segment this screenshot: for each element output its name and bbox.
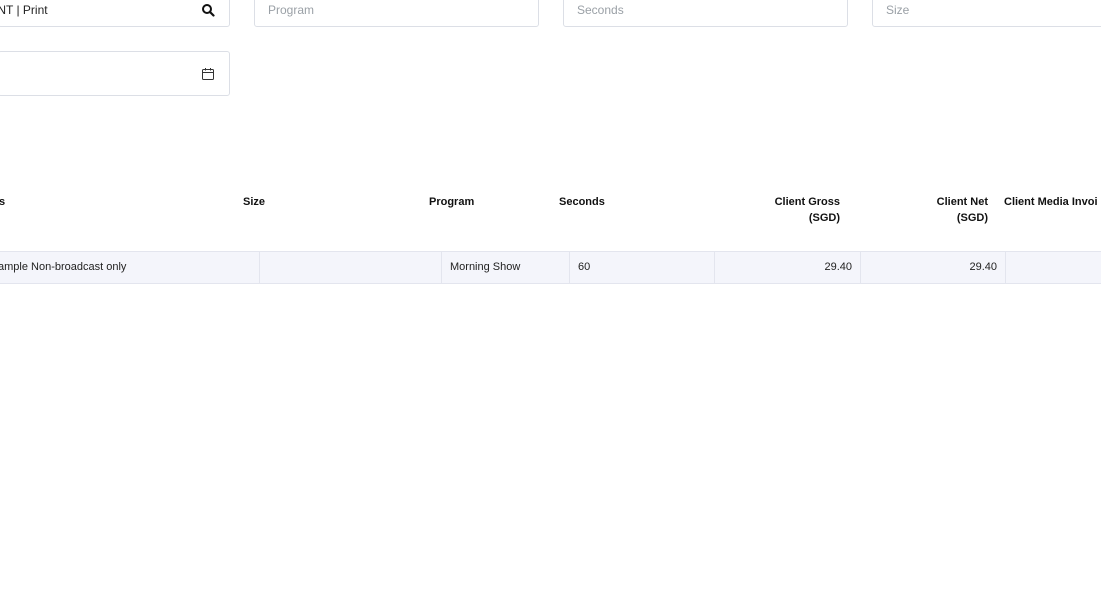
header-client-net-line2: (SGD) <box>956 212 988 224</box>
header-client-media-invoice: Client Media Invoi <box>1004 196 1098 208</box>
header-client-net: Client Net (SGD) <box>888 194 988 226</box>
date-picker-field[interactable] <box>0 51 230 96</box>
media-search-field[interactable]: INT | Print <box>0 0 230 27</box>
header-client-gross: Client Gross (SGD) <box>740 194 840 226</box>
header-client-gross-line2: (SGD) <box>808 212 840 224</box>
column-divider <box>259 252 260 283</box>
header-size: Size <box>243 196 266 208</box>
cell-seconds: 60 <box>578 261 591 273</box>
search-icon[interactable] <box>201 3 215 17</box>
size-placeholder: Size <box>886 2 910 17</box>
size-input[interactable]: Size <box>872 0 1101 27</box>
seconds-input[interactable]: Seconds <box>563 0 848 27</box>
seconds-placeholder: Seconds <box>577 2 624 17</box>
header-description: s <box>0 196 6 208</box>
header-client-gross-line1: Client Gross <box>774 196 840 208</box>
cell-client-gross: 29.40 <box>824 261 852 273</box>
calendar-icon[interactable] <box>201 67 215 81</box>
header-program: Program <box>429 196 475 208</box>
page: INT | Print Program Seconds Size s Size … <box>0 0 1101 616</box>
program-input[interactable]: Program <box>254 0 539 27</box>
cell-client-net: 29.40 <box>969 261 997 273</box>
cell-description: ample Non-broadcast only <box>0 261 127 273</box>
table-row[interactable]: ample Non-broadcast only Morning Show 60… <box>0 251 1101 284</box>
header-seconds: Seconds <box>559 196 605 208</box>
media-search-value: INT | Print <box>0 2 48 17</box>
header-client-net-line1: Client Net <box>936 196 988 208</box>
column-divider <box>569 252 570 283</box>
cell-program: Morning Show <box>450 261 521 273</box>
column-divider <box>441 252 442 283</box>
column-divider <box>1005 252 1006 283</box>
program-placeholder: Program <box>268 2 315 17</box>
